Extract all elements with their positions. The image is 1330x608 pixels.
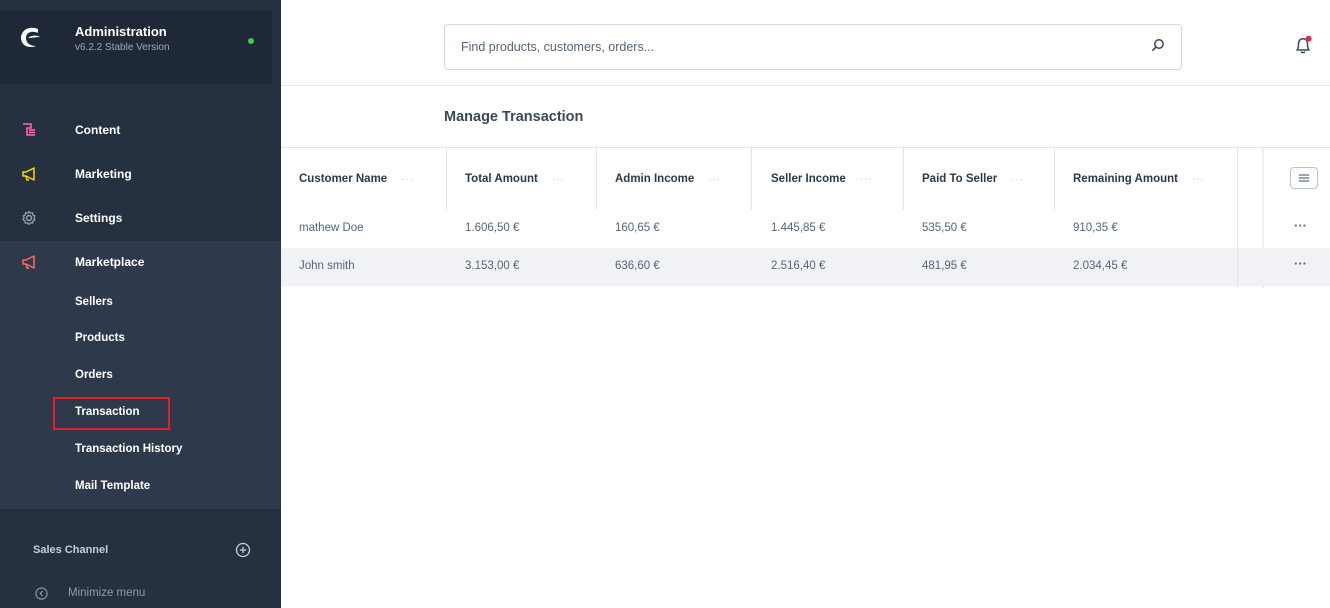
- search-bar[interactable]: [444, 24, 1182, 70]
- cell-paid-to-seller: 535,50 €: [922, 222, 967, 234]
- sidebar-item-marketplace[interactable]: Marketplace: [0, 240, 281, 284]
- sidebar-subitem-transaction-history[interactable]: Transaction History: [75, 443, 182, 455]
- minimize-menu-button[interactable]: Minimize menu: [68, 587, 145, 599]
- column-separator: [751, 148, 752, 210]
- sidebar-item-label: Settings: [75, 211, 123, 225]
- column-header-label: Total Amount: [465, 173, 538, 185]
- column-header-admin-income[interactable]: Admin Income ···: [615, 148, 721, 210]
- table-row[interactable]: John smith 3.153,00 € 636,60 € 2.516,40 …: [281, 248, 1330, 286]
- sidebar-item-marketing[interactable]: Marketing: [0, 152, 281, 196]
- cell-total-amount: 1.606,50 €: [465, 222, 520, 234]
- row-actions-icon[interactable]: ···: [1294, 219, 1308, 233]
- column-menu-icon[interactable]: ···: [1192, 174, 1205, 185]
- cell-paid-to-seller: 481,95 €: [922, 260, 967, 272]
- row-actions-icon[interactable]: ···: [1294, 257, 1308, 271]
- search-input[interactable]: [461, 37, 1141, 57]
- app-title: Administration: [75, 24, 167, 39]
- column-header-label: Customer Name: [299, 173, 388, 185]
- chevron-left-circle-icon[interactable]: [35, 587, 48, 600]
- column-header-paid-to-seller[interactable]: Paid To Seller ···: [922, 148, 1024, 210]
- cell-remaining-amount: 2.034,45 €: [1073, 260, 1128, 272]
- search-icon[interactable]: [1151, 38, 1165, 52]
- cell-admin-income: 636,60 €: [615, 260, 660, 272]
- column-header-seller-income[interactable]: Seller Income ···: [771, 148, 873, 210]
- sidebar-item-settings[interactable]: Settings: [0, 196, 281, 240]
- cell-total-amount: 3.153,00 €: [465, 260, 520, 272]
- list-icon: [1299, 174, 1309, 182]
- transaction-table: Customer Name ··· Total Amount ··· Admin…: [281, 148, 1330, 288]
- cell-customer-name: mathew Doe: [299, 222, 364, 234]
- megaphone-icon: [22, 167, 35, 181]
- column-menu-icon[interactable]: ···: [552, 174, 565, 185]
- column-header-label: Paid To Seller: [922, 173, 998, 185]
- gear-icon: [22, 210, 36, 226]
- notification-bell-icon[interactable]: [1293, 35, 1313, 55]
- sidebar-item-label: Content: [75, 123, 121, 137]
- sidebar-header: Administration v6.2.2 Stable Version: [0, 10, 272, 84]
- column-menu-icon[interactable]: ···: [708, 174, 721, 185]
- sidebar-item-label: Marketplace: [75, 255, 145, 269]
- column-separator: [596, 148, 597, 210]
- column-separator: [903, 148, 904, 210]
- cell-admin-income: 160,65 €: [615, 222, 660, 234]
- table-row[interactable]: mathew Doe 1.606,50 € 160,65 € 1.445,85 …: [281, 210, 1330, 248]
- shopware-logo-icon[interactable]: [18, 24, 44, 50]
- column-header-total-amount[interactable]: Total Amount ···: [465, 148, 565, 210]
- cell-customer-name: John smith: [299, 260, 355, 272]
- status-indicator: [248, 38, 254, 44]
- column-header-label: Remaining Amount: [1073, 173, 1178, 185]
- grid-settings-button[interactable]: [1290, 167, 1318, 189]
- column-header-remaining-amount[interactable]: Remaining Amount ···: [1073, 148, 1205, 210]
- sidebar-subitem-sellers[interactable]: Sellers: [75, 296, 113, 308]
- page-title: Manage Transaction: [444, 109, 584, 125]
- sidebar: Administration v6.2.2 Stable Version Con…: [0, 0, 281, 608]
- sidebar-item-content[interactable]: Content: [0, 108, 281, 152]
- column-menu-icon[interactable]: ···: [401, 174, 414, 185]
- sales-channel-heading: Sales Channel: [33, 544, 109, 556]
- sidebar-subitem-products[interactable]: Products: [75, 332, 125, 344]
- column-menu-icon[interactable]: ···: [860, 174, 873, 185]
- sidebar-subitem-transaction[interactable]: Transaction: [75, 406, 140, 418]
- add-sales-channel-icon[interactable]: [235, 542, 251, 558]
- sidebar-subitem-orders[interactable]: Orders: [75, 369, 113, 381]
- content-icon: [23, 123, 35, 136]
- sidebar-subitem-mail-template[interactable]: Mail Template: [75, 480, 150, 492]
- cell-seller-income: 2.516,40 €: [771, 260, 826, 272]
- column-header-label: Admin Income: [615, 173, 695, 185]
- column-header-customer-name[interactable]: Customer Name ···: [299, 148, 414, 210]
- settings-column-divider: [1262, 148, 1264, 288]
- cell-remaining-amount: 910,35 €: [1073, 222, 1118, 234]
- column-header-label: Seller Income: [771, 173, 846, 185]
- cell-seller-income: 1.445,85 €: [771, 222, 826, 234]
- column-separator: [1237, 148, 1238, 288]
- column-separator: [446, 148, 447, 210]
- sidebar-item-label: Marketing: [75, 167, 132, 181]
- column-menu-icon[interactable]: ···: [1011, 174, 1024, 185]
- app-version: v6.2.2 Stable Version: [75, 42, 170, 53]
- column-separator: [1054, 148, 1055, 210]
- megaphone-icon: [22, 255, 35, 269]
